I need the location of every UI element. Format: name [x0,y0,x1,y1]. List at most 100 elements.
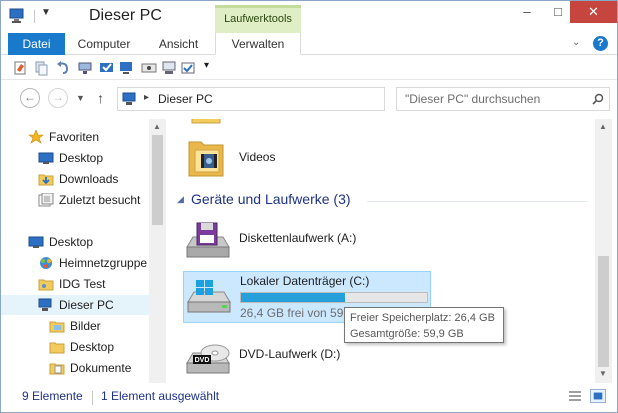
breadcrumb-current[interactable]: Dieser PC [158,92,213,106]
sidebar-item-label: IDG Test [59,277,106,291]
tiles-view-icon[interactable] [590,389,606,403]
qat-separator [34,10,35,23]
dvd-drive-icon: DVD [186,344,230,374]
scroll-up-icon[interactable]: ▲ [153,122,161,131]
search-input[interactable]: "Dieser PC" durchsuchen [396,87,610,111]
sidebar-item-desktop-sub[interactable]: Desktop [1,337,149,357]
computer-icon [38,298,52,311]
sidebar-item-label: Desktop [49,235,94,249]
content-scroll-thumb[interactable] [598,256,609,367]
explorer-window: ▼ Dieser PC Laufwerktools – □ ✕ Datei Co… [0,0,618,413]
videos-folder-icon [188,141,224,177]
star-icon [28,130,44,144]
sidebar-item-bilder[interactable]: Bilder [1,316,149,336]
sidebar-item-dokumente[interactable]: Dokumente [1,358,149,378]
group-header-devices[interactable]: ◢ Geräte und Laufwerke (3) [177,191,587,211]
search-placeholder: "Dieser PC" durchsuchen [405,92,541,106]
downloads-folder-icon [38,174,54,186]
drive-floppy-a[interactable]: Diskettenlaufwerk (A:) [183,215,431,267]
details-view-icon[interactable] [567,389,583,403]
recent-locations-icon[interactable]: ▼ [76,93,85,103]
item-count: 9 Elemente [22,389,83,403]
ribbon-expand-icon[interactable]: ⌄ [572,37,580,48]
drive-tooltip: Freier Speicherplatz: 26,4 GB Gesamtgröß… [344,307,504,343]
breadcrumb-chevron-icon[interactable]: ▸ [144,92,149,103]
media-icon[interactable] [141,60,157,76]
user-folder-icon [38,279,54,291]
collapse-chevron-icon[interactable]: ◢ [177,194,184,205]
quick-toolbar: ▾ [1,56,617,80]
ribbon-tabs: Datei Computer Ansicht Verwalten ⌄ ? [1,33,617,55]
network-drive-icon[interactable] [77,60,93,76]
window-title: Dieser PC [89,7,162,24]
item-label: DVD-Laufwerk (D:) [239,347,341,361]
computer-icon [122,92,136,105]
network-icon[interactable] [161,60,177,76]
desktop-icon [38,152,54,164]
status-bar: 9 Elemente 1 Element ausgewählt [1,384,617,412]
desktop-icon [28,236,44,248]
tooltip-total-size: Gesamtgröße: 59,9 GB [350,328,464,340]
content-scrollbar[interactable]: ▲ ▼ [595,119,612,383]
properties-icon[interactable] [13,60,29,76]
help-icon[interactable]: ? [593,36,608,51]
sidebar-scroll-thumb[interactable] [152,135,163,225]
tab-computer[interactable]: Computer [71,33,137,55]
computer-icon[interactable] [9,8,27,24]
back-button[interactable]: ← [20,88,40,108]
toolbar-dropdown-icon[interactable]: ▾ [204,60,209,71]
up-button[interactable]: ↑ [97,90,104,106]
computer-toolbar-icon[interactable] [119,60,135,76]
map-drive-icon[interactable] [99,60,115,76]
sidebar-item-desktop[interactable]: Desktop [1,232,149,252]
sidebar-item-idg-test[interactable]: IDG Test [1,274,149,294]
sidebar-item-zuletzt-besucht[interactable]: Zuletzt besucht [1,190,149,210]
recent-places-icon [38,193,54,207]
sidebar-item-heimnetzgruppe[interactable]: Heimnetzgruppe [1,253,149,273]
documents-folder-icon [49,363,65,375]
item-label: Videos [239,150,276,164]
sidebar-item-label: Desktop [59,151,104,165]
drive-usage-bar [240,292,428,303]
sidebar-item-dieser-pc[interactable]: Dieser PC [1,295,149,315]
sidebar-item-label: Zuletzt besucht [59,193,141,207]
tab-verwalten[interactable]: Verwalten [215,33,301,55]
group-header-label: Geräte und Laufwerke (3) [191,191,351,207]
tooltip-free-space: Freier Speicherplatz: 26,4 GB [350,312,495,324]
tab-datei[interactable]: Datei [8,33,65,55]
sidebar-item-desktop-fav[interactable]: Desktop [1,148,149,168]
forward-button[interactable]: → [48,88,68,108]
status-separator [92,391,93,405]
sidebar-item-label: Bilder [70,319,101,333]
folder-icon[interactable] [190,119,222,127]
sidebar-item-favoriten[interactable]: Favoriten [1,127,149,147]
close-button[interactable]: ✕ [570,1,617,23]
scroll-up-icon[interactable]: ▲ [599,122,607,131]
navigation-pane: Favoriten Desktop Downloads Zuletzt besu… [1,119,166,383]
navigation-bar: ← → ▼ ↑ ▸ Dieser PC ▼ ↻ "Dieser PC" durc… [1,85,617,113]
maximize-button[interactable]: □ [544,1,572,23]
copy-icon[interactable] [33,60,49,76]
scroll-down-icon[interactable]: ▼ [599,369,607,378]
view-options-icon[interactable] [181,60,197,76]
sidebar-item-label: Downloads [59,172,119,186]
sidebar-item-downloads[interactable]: Downloads [1,169,149,189]
content-pane: Videos ◢ Geräte und Laufwerke (3) Disket… [173,119,593,383]
address-bar[interactable]: ▸ Dieser PC ▼ ↻ [117,87,497,111]
tab-ansicht[interactable]: Ansicht [151,33,206,55]
windows-drive-icon [187,280,231,313]
context-tab-header: Laufwerktools [215,5,301,33]
sidebar-item-label: Desktop [70,340,115,354]
qat-dropdown-icon[interactable]: ▼ [41,7,51,18]
item-label: Lokaler Datenträger (C:) [240,274,370,288]
folder-videos[interactable]: Videos [183,132,431,184]
floppy-drive-icon [186,222,230,258]
sidebar-item-label: Heimnetzgruppe [59,256,148,270]
minimize-button[interactable]: – [513,1,541,23]
sidebar-scrollbar[interactable]: ▲ [149,119,166,383]
sidebar-item-label: Dokumente [70,361,132,375]
undo-icon[interactable] [55,60,71,76]
search-icon[interactable] [592,93,604,105]
pictures-folder-icon [49,321,65,333]
group-divider [367,201,587,202]
